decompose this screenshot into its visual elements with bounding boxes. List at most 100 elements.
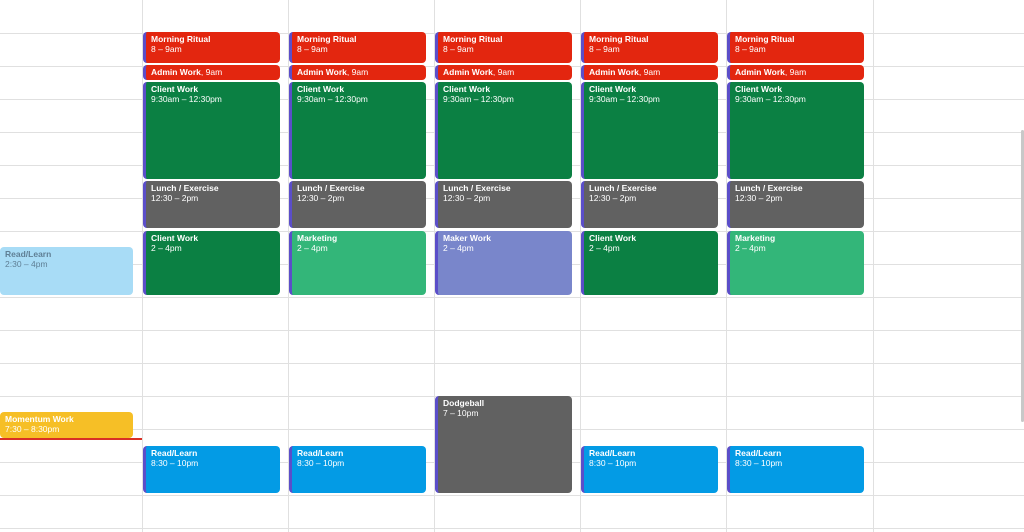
event-title: Lunch / Exercise (589, 183, 657, 193)
event-title: Client Work (589, 233, 637, 243)
event-title: Client Work (297, 84, 345, 94)
event-maker-work[interactable]: Maker Work 2 – 4pm (435, 231, 572, 295)
event-momentum-work[interactable]: Momentum Work 7:30 – 8:30pm (0, 412, 133, 438)
event-time: 8 – 9am (297, 44, 328, 54)
event-morning-ritual[interactable]: Morning Ritual 8 – 9am (143, 32, 280, 63)
event-morning-ritual[interactable]: Morning Ritual 8 – 9am (727, 32, 864, 63)
event-title: Read/Learn (589, 448, 636, 458)
hour-gridline (0, 363, 1024, 364)
event-title: Lunch / Exercise (151, 183, 219, 193)
event-time: 9:30am – 12:30pm (443, 94, 514, 104)
event-time: 2 – 4pm (589, 243, 620, 253)
event-time: 9am (643, 67, 661, 77)
event-title: Read/Learn (151, 448, 198, 458)
event-time: 2 – 4pm (297, 243, 328, 253)
event-client-work[interactable]: Client Work 2 – 4pm (581, 231, 718, 295)
event-title: Admin Work (297, 67, 347, 77)
event-title: Maker Work (443, 233, 492, 243)
event-time: 12:30 – 2pm (443, 193, 491, 203)
event-read-learn[interactable]: Read/Learn 8:30 – 10pm (289, 446, 426, 493)
event-client-work[interactable]: Client Work 9:30am – 12:30pm (143, 82, 280, 179)
event-time: 12:30 – 2pm (735, 193, 783, 203)
current-time-indicator (0, 438, 142, 440)
event-title: Client Work (589, 84, 637, 94)
event-admin-work[interactable]: Admin Work, 9am (581, 65, 718, 80)
event-title: Momentum Work (5, 414, 74, 424)
event-title: Morning Ritual (589, 34, 649, 44)
event-morning-ritual[interactable]: Morning Ritual 8 – 9am (581, 32, 718, 63)
event-time: 8:30 – 10pm (297, 458, 345, 468)
event-lunch-exercise[interactable]: Lunch / Exercise 12:30 – 2pm (581, 181, 718, 228)
event-title: Read/Learn (5, 249, 52, 259)
event-title: Read/Learn (735, 448, 782, 458)
event-time: 2 – 4pm (151, 243, 182, 253)
event-time: 9am (497, 67, 515, 77)
event-time: 9am (205, 67, 223, 77)
event-time: 8 – 9am (589, 44, 620, 54)
event-time: 12:30 – 2pm (589, 193, 637, 203)
event-time: 8 – 9am (735, 44, 766, 54)
event-time: 2 – 4pm (443, 243, 474, 253)
event-title: Marketing (735, 233, 776, 243)
event-title: Morning Ritual (297, 34, 357, 44)
event-time: 9:30am – 12:30pm (735, 94, 806, 104)
event-title: Admin Work (589, 67, 639, 77)
event-title: Admin Work (151, 67, 201, 77)
hour-gridline (0, 297, 1024, 298)
event-marketing[interactable]: Marketing 2 – 4pm (727, 231, 864, 295)
event-client-work[interactable]: Client Work 9:30am – 12:30pm (435, 82, 572, 179)
event-time: 12:30 – 2pm (151, 193, 199, 203)
event-time: 9:30am – 12:30pm (589, 94, 660, 104)
event-time: 2 – 4pm (735, 243, 766, 253)
event-title: Morning Ritual (151, 34, 211, 44)
day-column-divider (873, 0, 874, 532)
event-time: 8:30 – 10pm (151, 458, 199, 468)
event-title: Client Work (151, 233, 199, 243)
event-time: 2:30 – 4pm (5, 259, 48, 269)
hour-gridline (0, 330, 1024, 331)
event-read-learn[interactable]: Read/Learn 8:30 – 10pm (727, 446, 864, 493)
event-time: 7:30 – 8:30pm (5, 424, 60, 434)
event-title: Lunch / Exercise (297, 183, 365, 193)
event-morning-ritual[interactable]: Morning Ritual 8 – 9am (289, 32, 426, 63)
event-time: 8:30 – 10pm (735, 458, 783, 468)
event-time: 7 – 10pm (443, 408, 479, 418)
event-read-learn[interactable]: Read/Learn 8:30 – 10pm (143, 446, 280, 493)
event-time: 8 – 9am (151, 44, 182, 54)
event-title: Morning Ritual (443, 34, 503, 44)
event-title: Client Work (443, 84, 491, 94)
event-time: 9am (789, 67, 807, 77)
event-title: Lunch / Exercise (735, 183, 803, 193)
event-time: 8 – 9am (443, 44, 474, 54)
event-title: Morning Ritual (735, 34, 795, 44)
event-client-work[interactable]: Client Work 9:30am – 12:30pm (581, 82, 718, 179)
event-title: Marketing (297, 233, 338, 243)
event-lunch-exercise[interactable]: Lunch / Exercise 12:30 – 2pm (289, 181, 426, 228)
hour-gridline (0, 528, 1024, 529)
event-admin-work[interactable]: Admin Work, 9am (435, 65, 572, 80)
event-client-work[interactable]: Client Work 2 – 4pm (143, 231, 280, 295)
event-time: 9am (351, 67, 369, 77)
event-title: Read/Learn (297, 448, 344, 458)
event-lunch-exercise[interactable]: Lunch / Exercise 12:30 – 2pm (143, 181, 280, 228)
event-morning-ritual[interactable]: Morning Ritual 8 – 9am (435, 32, 572, 63)
event-title: Client Work (151, 84, 199, 94)
event-time: 12:30 – 2pm (297, 193, 345, 203)
event-lunch-exercise[interactable]: Lunch / Exercise 12:30 – 2pm (727, 181, 864, 228)
event-title: Admin Work (735, 67, 785, 77)
event-client-work[interactable]: Client Work 9:30am – 12:30pm (289, 82, 426, 179)
event-admin-work[interactable]: Admin Work, 9am (727, 65, 864, 80)
hour-gridline (0, 495, 1024, 496)
event-lunch-exercise[interactable]: Lunch / Exercise 12:30 – 2pm (435, 181, 572, 228)
event-dodgeball[interactable]: Dodgeball 7 – 10pm (435, 396, 572, 493)
event-marketing[interactable]: Marketing 2 – 4pm (289, 231, 426, 295)
event-time: 9:30am – 12:30pm (297, 94, 368, 104)
event-read-learn[interactable]: Read/Learn 2:30 – 4pm (0, 247, 133, 295)
event-admin-work[interactable]: Admin Work, 9am (289, 65, 426, 80)
event-time: 9:30am – 12:30pm (151, 94, 222, 104)
event-time: 8:30 – 10pm (589, 458, 637, 468)
event-read-learn[interactable]: Read/Learn 8:30 – 10pm (581, 446, 718, 493)
event-admin-work[interactable]: Admin Work, 9am (143, 65, 280, 80)
event-client-work[interactable]: Client Work 9:30am – 12:30pm (727, 82, 864, 179)
event-title: Client Work (735, 84, 783, 94)
